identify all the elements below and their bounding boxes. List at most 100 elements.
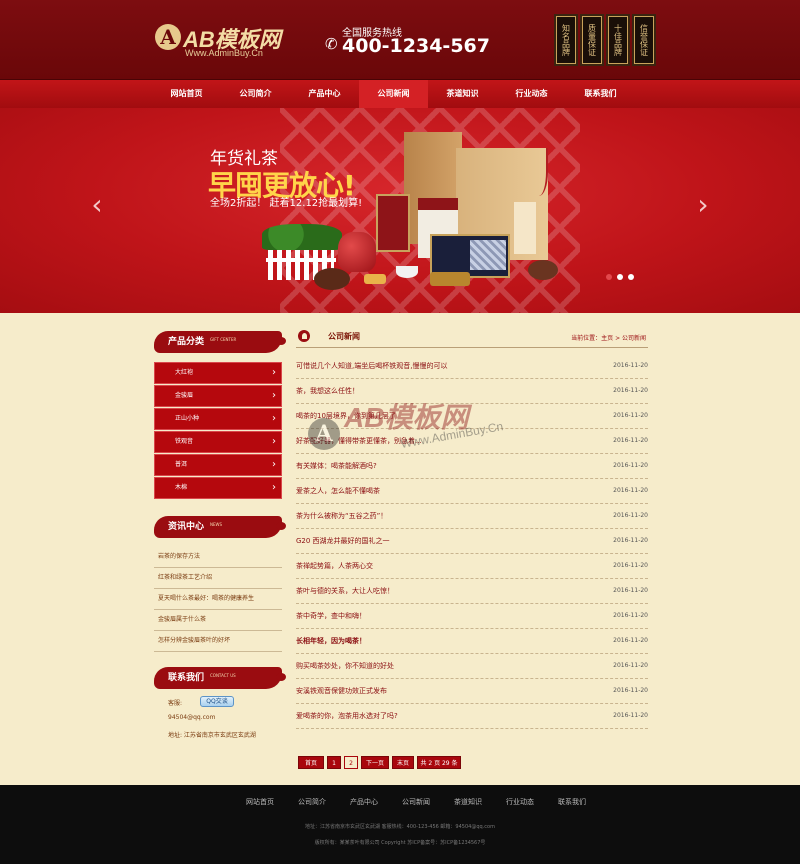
footer-nav-products[interactable]: 产品中心	[350, 797, 378, 807]
nav-item-home[interactable]: 网站首页	[152, 80, 221, 108]
news-item[interactable]: G20 西湖龙井最好的国礼之一 2016-11-20	[296, 529, 648, 554]
watermark: A AB模板网 Www.AdminBuy.Cn	[308, 396, 508, 466]
news-item-title: 茶禅起势篇，人茶两心交	[296, 562, 373, 570]
page-last-button[interactable]: 末页	[392, 756, 414, 769]
news-subtitle: NEWS	[210, 522, 223, 527]
category-item[interactable]: 铁观音 ›	[154, 431, 282, 453]
news-item-title: 安溪铁观音保健功效正式发布	[296, 687, 387, 695]
page-1-button[interactable]: 1	[327, 756, 341, 769]
news-item[interactable]: 茶叶与德的关系，大让人吃惊！ 2016-11-20	[296, 579, 648, 604]
news-section-icon	[298, 330, 310, 342]
footer-nav-news[interactable]: 公司新闻	[402, 797, 430, 807]
category-item[interactable]: 普洱 ›	[154, 454, 282, 476]
news-item[interactable]: 茶禅起势篇，人茶两心交 2016-11-20	[296, 554, 648, 579]
news-item-date: 2016-11-20	[613, 637, 648, 644]
badge: 质量保证	[582, 16, 602, 64]
gift-box-contents-image	[470, 240, 506, 270]
news-item-date: 2016-11-20	[613, 387, 648, 394]
site-footer: 网站首页 公司简介 产品中心 公司新闻 茶道知识 行业动态 联系我们 地址：江苏…	[0, 785, 800, 864]
news-item-date: 2016-11-20	[613, 562, 648, 569]
pagination: 首页 1 2 下一页 末页 共 2 页 29 条	[298, 756, 461, 769]
nav-item-news[interactable]: 公司新闻	[359, 80, 428, 108]
category-label: 普洱	[175, 461, 188, 468]
nav-item-industry[interactable]: 行业动态	[497, 80, 566, 108]
contact-address: 地址: 江苏省南京市玄武区玄武湖	[168, 732, 256, 739]
tea-tray-image	[430, 272, 470, 286]
news-item-date: 2016-11-20	[613, 612, 648, 619]
categories-subtitle: GIFT CENTER	[210, 337, 237, 342]
news-item-date: 2016-11-20	[613, 537, 648, 544]
slider-dot[interactable]	[617, 274, 623, 280]
category-item[interactable]: 正山小种 ›	[154, 408, 282, 430]
categories-title: 产品分类	[168, 337, 205, 347]
news-item[interactable]: 购买喝茶妙处，你不知道的好处 2016-11-20	[296, 654, 648, 679]
page-next-button[interactable]: 下一页	[361, 756, 389, 769]
news-item[interactable]: 茶中奇学，查中和嗨！ 2016-11-20	[296, 604, 648, 629]
chevron-right-icon[interactable]: ›	[694, 190, 712, 220]
logo-url: Www.AdminBuy.Cn	[185, 48, 263, 58]
quality-badges: 知名品牌 质量保证 十佳品牌 信誉保证	[556, 16, 654, 64]
category-list: 大红袍 › 金骏眉 › 正山小种 › 铁观音 › 普洱 › 木棉 ›	[154, 362, 282, 499]
news-item[interactable]: 爱喝茶的你，泡茶用水选对了吗? 2016-11-20	[296, 704, 648, 729]
page-first-button[interactable]: 首页	[298, 756, 324, 769]
teapot-image	[314, 268, 350, 290]
news-item[interactable]: 爱茶之人，怎么能不懂喝茶 2016-11-20	[296, 479, 648, 504]
news-item[interactable]: 茶为什么被称为“五谷之药”！ 2016-11-20	[296, 504, 648, 529]
banner-slider[interactable]: 年货礼茶 早囤更放心! 全场2折起！ 赶着12.12抢最划算! ‹ ›	[0, 108, 800, 313]
news-item[interactable]: 长相年轻，因为喝茶！ 2016-11-20	[296, 629, 648, 654]
side-news-item[interactable]: 怎样分辨金骏眉茶叶的好坏	[154, 631, 282, 652]
news-heading: 资讯中心 NEWS	[154, 511, 286, 543]
footer-nav-about[interactable]: 公司简介	[298, 797, 326, 807]
news-item[interactable]: 安溪铁观音保健功效正式发布 2016-11-20	[296, 679, 648, 704]
footer-nav-industry[interactable]: 行业动态	[506, 797, 534, 807]
chevron-right-icon: ›	[272, 390, 276, 401]
footer-contact-line: 地址：江苏省南京市玄武区玄武湖 客服热线：400-123-456 邮箱：9450…	[305, 824, 495, 830]
side-news-item[interactable]: 金骏眉属于什么茶	[154, 610, 282, 631]
chevron-right-icon: ›	[272, 413, 276, 424]
chevron-right-icon: ›	[272, 459, 276, 470]
banner-subtitle: 全场2折起！ 赶着12.12抢最划算!	[210, 198, 363, 209]
nav-item-tea-knowledge[interactable]: 茶道知识	[428, 80, 497, 108]
breadcrumb[interactable]: 当前位置：主页 > 公司新闻	[571, 333, 646, 342]
contact-qq-label: 客服:	[168, 700, 183, 707]
badge: 知名品牌	[556, 16, 576, 64]
news-item-date: 2016-11-20	[613, 587, 648, 594]
section-title: 公司新闻	[328, 332, 360, 341]
category-item[interactable]: 木棉 ›	[154, 477, 282, 499]
news-item-date: 2016-11-20	[613, 462, 648, 469]
contact-title: 联系我们	[168, 673, 205, 683]
side-news-item[interactable]: 岩茶的保存方法	[154, 547, 282, 568]
nav-item-about[interactable]: 公司简介	[221, 80, 290, 108]
fence-image	[266, 258, 336, 262]
news-item[interactable]: 可惜说几个人知道,端坐后喝杯铁观音,慢慢的可以 2016-11-20	[296, 354, 648, 379]
side-news-item[interactable]: 红茶和绿茶工艺介绍	[154, 568, 282, 589]
contact-email: 94504@qq.com	[168, 714, 216, 721]
category-item[interactable]: 金骏眉 ›	[154, 385, 282, 407]
footer-nav-contact[interactable]: 联系我们	[558, 797, 586, 807]
page-2-button[interactable]: 2	[344, 756, 358, 769]
footer-nav-tea-knowledge[interactable]: 茶道知识	[454, 797, 482, 807]
badge: 十佳品牌	[608, 16, 628, 64]
category-label: 正山小种	[175, 415, 200, 422]
category-label: 金骏眉	[175, 392, 194, 399]
news-item-date: 2016-11-20	[613, 712, 648, 719]
nav-item-products[interactable]: 产品中心	[290, 80, 359, 108]
category-item[interactable]: 大红袍 ›	[154, 362, 282, 384]
news-item-title: 茶为什么被称为“五谷之药”！	[296, 512, 388, 520]
footer-nav-home[interactable]: 网站首页	[246, 797, 274, 807]
watermark-logo-icon: A	[308, 418, 340, 450]
chevron-left-icon[interactable]: ‹	[88, 190, 106, 220]
slider-dot[interactable]	[606, 274, 612, 280]
side-news-item[interactable]: 夏天喝什么茶最好：喝茶的健康养生	[154, 589, 282, 610]
nav-item-contact[interactable]: 联系我们	[566, 80, 635, 108]
phone-icon: ✆	[325, 35, 338, 53]
news-item-date: 2016-11-20	[613, 362, 648, 369]
qq-chat-button[interactable]: QQ交谈	[200, 696, 234, 707]
news-item-title: 购买喝茶妙处，你不知道的好处	[296, 662, 394, 670]
category-label: 大红袍	[175, 369, 194, 376]
tea-box-image	[376, 194, 410, 252]
slider-dot[interactable]	[628, 274, 634, 280]
site-logo[interactable]: A AB模板网 Www.AdminBuy.Cn	[155, 22, 295, 62]
news-item-date: 2016-11-20	[613, 687, 648, 694]
tea-jar-image	[338, 232, 376, 272]
